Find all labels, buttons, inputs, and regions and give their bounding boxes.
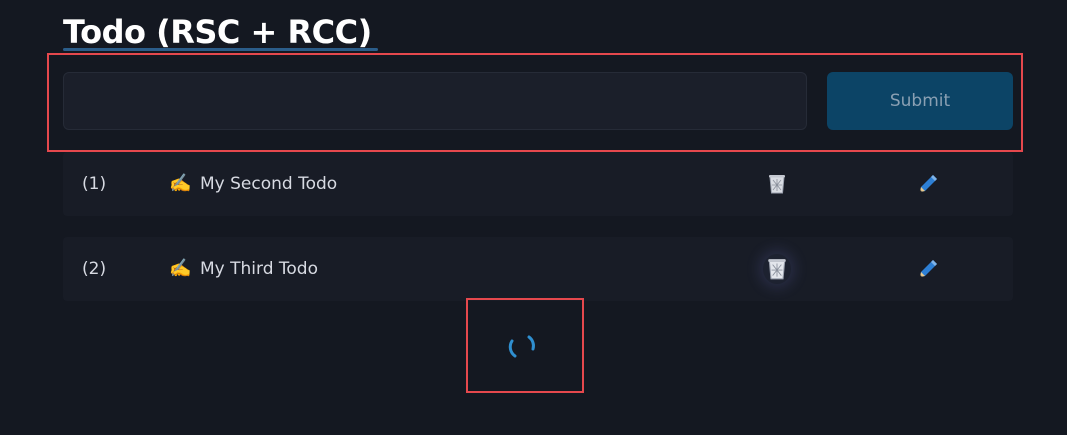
writing-hand-icon: ✍️: [169, 258, 192, 279]
pen-icon[interactable]: [915, 171, 941, 197]
submit-button[interactable]: Submit: [827, 72, 1013, 130]
todo-index: (2): [82, 259, 107, 279]
todo-input[interactable]: [63, 72, 807, 130]
trash-icon[interactable]: [763, 169, 791, 199]
title-underline: [63, 48, 378, 51]
todo-item: (1) ✍️ My Second Todo: [63, 152, 1013, 216]
trash-icon[interactable]: [763, 254, 791, 284]
writing-hand-icon: ✍️: [169, 173, 192, 194]
todo-item: (2) ✍️ My Third Todo: [63, 237, 1013, 301]
todo-index: (1): [82, 174, 107, 194]
todo-text: My Third Todo: [200, 259, 318, 279]
todo-text: My Second Todo: [200, 174, 338, 194]
spinner-icon: [504, 329, 538, 363]
todo-page: Todo (RSC + RCC) Submit (1) ✍️ My Second…: [0, 0, 1067, 435]
pen-icon[interactable]: [915, 256, 941, 282]
